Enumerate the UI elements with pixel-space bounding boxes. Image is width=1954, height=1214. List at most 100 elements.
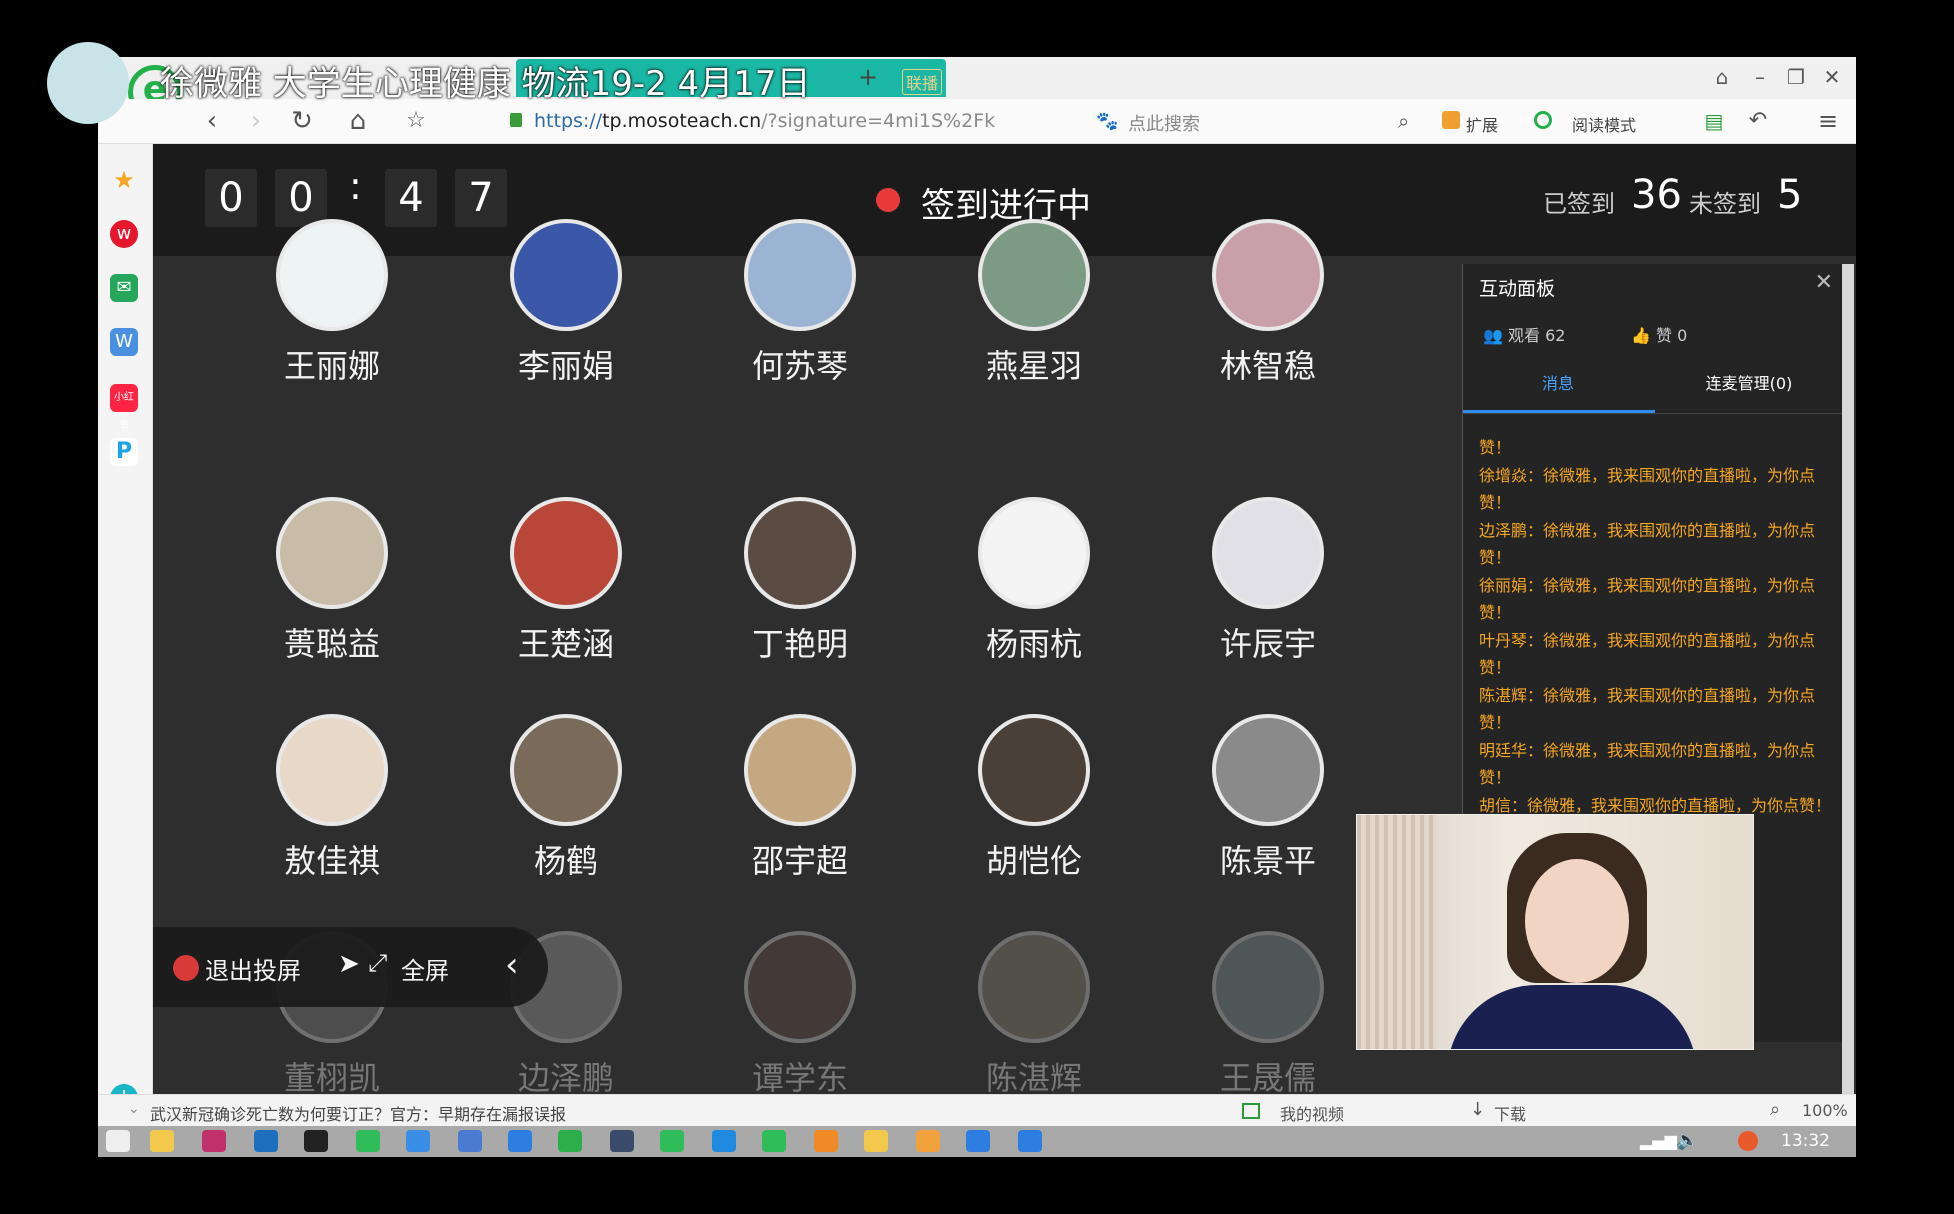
search-input[interactable]: 点此搜索: [1128, 110, 1200, 136]
projection-controls: 退出投屏 ➤ ⤢ 全屏 ‹: [153, 927, 548, 1007]
student-avatar: [276, 714, 388, 826]
maximize-button[interactable]: ❐: [1784, 65, 1808, 89]
shirt-icon[interactable]: ⌂: [1710, 65, 1734, 89]
pp-icon[interactable]: P: [110, 438, 138, 466]
chevron-down-icon[interactable]: ⌄: [128, 1101, 140, 1117]
cursor-icon: ➤: [338, 949, 360, 979]
teacher-video[interactable]: [1356, 814, 1754, 1050]
refresh-icon[interactable]: ↻: [286, 105, 318, 137]
app-icon[interactable]: [660, 1130, 684, 1152]
forward-icon[interactable]: ›: [240, 105, 272, 137]
clipboard-icon[interactable]: ▤: [1698, 105, 1730, 137]
mail-icon[interactable]: ✉: [110, 274, 138, 302]
student-card: 敖佳祺: [242, 714, 422, 882]
lock-icon: [510, 113, 522, 127]
app-icon[interactable]: [406, 1130, 430, 1152]
chat-message: 徐丽娟：徐微雅，我来围观你的直播啦，为你点: [1479, 575, 1816, 595]
menu-icon[interactable]: ≡: [1812, 105, 1844, 137]
app-icon[interactable]: [610, 1130, 634, 1152]
tab-messages[interactable]: 消息: [1463, 370, 1653, 394]
fullscreen-icon[interactable]: ⤢: [368, 949, 387, 977]
chat-message: 赞！: [1479, 603, 1512, 622]
zoom-icon[interactable]: ⌕: [1770, 1099, 1780, 1120]
ime-icon[interactable]: [1738, 1131, 1758, 1151]
download-button[interactable]: 下载: [1494, 1101, 1526, 1125]
browser-sidebar: ★ w ✉ W 小红书 P +: [98, 144, 153, 1112]
student-name: 王晟儒: [1219, 1059, 1316, 1094]
student-name: 董栩凯: [283, 1059, 380, 1094]
reader-mode-icon[interactable]: [1534, 111, 1552, 129]
wechat-icon[interactable]: [762, 1130, 786, 1152]
student-card: 杨雨杭: [944, 497, 1124, 665]
weibo-icon[interactable]: w: [110, 220, 138, 248]
search-engine-icon[interactable]: 🐾: [1096, 111, 1118, 132]
minimize-button[interactable]: –: [1748, 65, 1772, 89]
explorer-icon[interactable]: [150, 1130, 174, 1152]
chat-message: 赞！: [1479, 768, 1512, 787]
search-icon[interactable]: ⌕: [1398, 109, 1409, 133]
student-avatar: [510, 714, 622, 826]
chat-message: 赞！: [1479, 658, 1512, 677]
xiaohongshu-icon[interactable]: 小红书: [110, 384, 138, 431]
app-icon[interactable]: [458, 1130, 482, 1152]
app-icon[interactable]: [864, 1130, 888, 1152]
student-avatar: [276, 497, 388, 609]
chat-message: 明廷华：徐微雅，我来围观你的直播啦，为你点: [1479, 740, 1816, 760]
panel-close-icon[interactable]: ✕: [1815, 270, 1833, 295]
student-avatar: [1212, 931, 1324, 1043]
volume-icon[interactable]: 🔈: [1676, 1130, 1698, 1151]
student-card: 林智稳: [1178, 219, 1358, 387]
bookmark-star-icon[interactable]: ☆: [400, 105, 432, 137]
download-icon[interactable]: ↓: [1470, 1099, 1485, 1120]
url-field[interactable]: https://tp.mosoteach.cn/?signature=4mi1S…: [534, 110, 995, 132]
student-name: 王丽娜: [283, 347, 380, 385]
zoom-level[interactable]: 100%: [1802, 1101, 1848, 1120]
network-icon[interactable]: ▂▄▆: [1640, 1131, 1677, 1150]
student-card: 李丽娟: [476, 219, 656, 387]
new-tab-button[interactable]: +: [858, 63, 878, 91]
collapse-chevron-icon[interactable]: ‹: [505, 945, 519, 985]
app-icon[interactable]: [558, 1130, 582, 1152]
tab-link-management[interactable]: 连麦管理(0): [1653, 370, 1845, 394]
qq-icon[interactable]: [304, 1130, 328, 1152]
exit-projection-button[interactable]: 退出投屏: [205, 951, 301, 986]
browser-icon[interactable]: [356, 1130, 380, 1152]
app-icon[interactable]: [966, 1130, 990, 1152]
document-icon[interactable]: W: [110, 328, 138, 356]
student-card: 许辰宇: [1178, 497, 1358, 665]
student-name: 丁艳明: [751, 625, 848, 663]
chat-message: 徐增焱：徐微雅，我来围观你的直播啦，为你点: [1479, 465, 1816, 485]
app-icon[interactable]: [916, 1130, 940, 1152]
timer-colon: :: [349, 164, 362, 208]
student-avatar: [744, 931, 856, 1043]
extensions-button[interactable]: 扩展: [1466, 112, 1498, 136]
photoshop-icon[interactable]: [254, 1130, 278, 1152]
start-icon[interactable]: [106, 1130, 130, 1152]
power-icon[interactable]: [173, 955, 199, 981]
app-icon[interactable]: [712, 1130, 736, 1152]
home-icon[interactable]: ⌂: [342, 105, 374, 137]
reader-mode-button[interactable]: 阅读模式: [1572, 112, 1636, 136]
student-name: 林智稳: [1219, 347, 1316, 385]
unsigned-count: 5: [1777, 172, 1803, 218]
close-button[interactable]: ✕: [1820, 65, 1844, 89]
back-icon[interactable]: ‹: [196, 105, 228, 137]
video-icon[interactable]: [1242, 1103, 1260, 1119]
student-avatar: [510, 219, 622, 331]
media-icon[interactable]: [202, 1130, 226, 1152]
favorites-star-icon[interactable]: ★: [110, 166, 138, 194]
panel-scrollbar[interactable]: [1842, 264, 1854, 1094]
fullscreen-button[interactable]: 全屏: [401, 951, 449, 986]
my-video-button[interactable]: 我的视频: [1280, 1101, 1344, 1125]
undo-icon[interactable]: ↶: [1742, 105, 1774, 137]
app-icon[interactable]: [508, 1130, 532, 1152]
app-icon[interactable]: [814, 1130, 838, 1152]
app-icon[interactable]: [1018, 1130, 1042, 1152]
student-card: 燕星羽: [944, 219, 1124, 387]
news-ticker[interactable]: 武汉新冠确诊死亡数为何要订正？官方：早期存在漏报误报: [150, 1101, 566, 1125]
student-avatar: [978, 219, 1090, 331]
extensions-icon[interactable]: [1442, 111, 1460, 129]
teacher-figure: [1447, 985, 1697, 1049]
like-count: 👍 赞 0: [1631, 322, 1687, 346]
live-badge: 联播: [901, 69, 942, 95]
